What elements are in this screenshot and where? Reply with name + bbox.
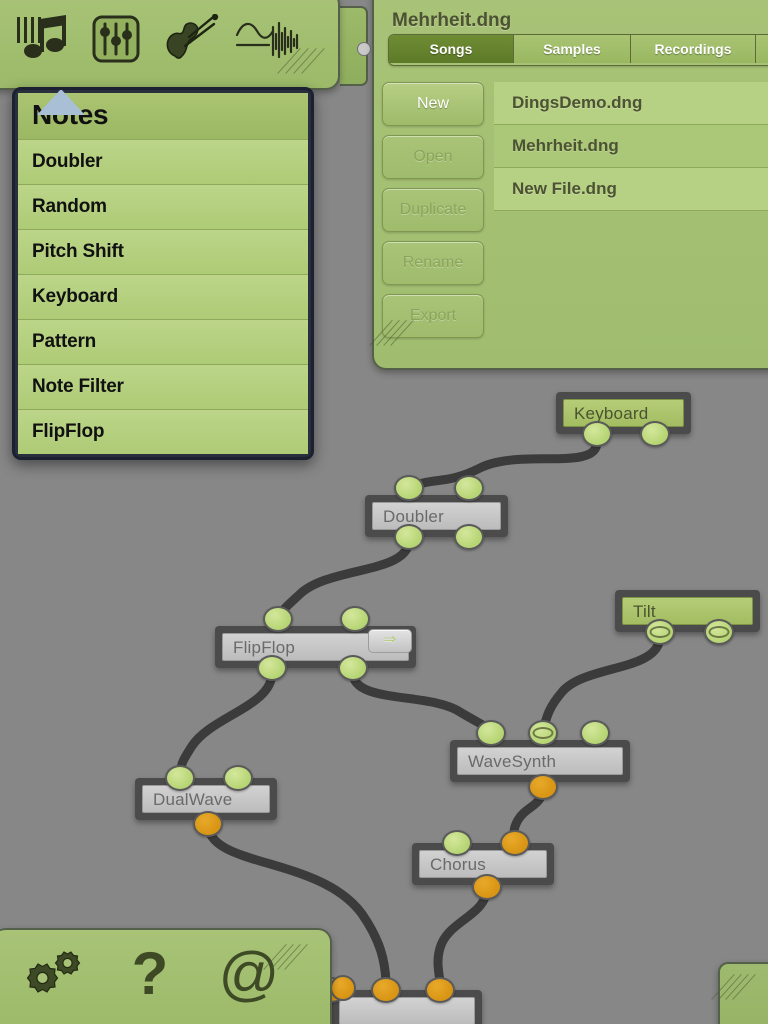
menu-item-pitch-shift[interactable]: Pitch Shift [18,229,308,274]
node-port-control[interactable] [645,619,675,645]
list-item[interactable]: Mehrheit.dng [494,125,768,168]
corner-panel[interactable] [711,962,768,1024]
node-label: WaveSynth [457,747,623,775]
list-item[interactable]: New File.dng [494,168,768,211]
node-port-in[interactable] [371,977,401,1003]
node-label [339,997,475,1024]
panel-connector-port[interactable] [330,975,356,1001]
tab-sharing[interactable]: Sharing [756,35,768,63]
waveform-icon[interactable] [232,8,304,70]
node-port-in[interactable] [263,606,293,632]
question-icon[interactable]: ? [114,940,186,1007]
node-port-in[interactable] [394,475,424,501]
notes-icon[interactable] [6,8,78,70]
node-port-out[interactable] [528,774,558,800]
node-label: DualWave [142,785,270,813]
node-port-control[interactable] [528,720,558,746]
node-port-out[interactable] [257,655,287,681]
node-port-in[interactable] [454,475,484,501]
node-port-control[interactable] [704,619,734,645]
menu-pointer-arrow [37,90,85,115]
node-port-in[interactable] [425,977,455,1003]
menu-item-doubler[interactable]: Doubler [18,139,308,184]
node-port-out[interactable] [640,421,670,447]
node-port-in[interactable] [580,720,610,746]
app-canvas: Keyboard Doubler FlipFlop ⇒ Tilt WaveSyn… [0,0,768,1024]
bottom-toolbar: ? @ [0,928,332,1024]
duplicate-button[interactable]: Duplicate [382,188,484,232]
menu-item-flipflop[interactable]: FlipFlop [18,409,308,454]
top-toolbar [0,0,340,90]
node-port-in[interactable] [442,830,472,856]
node-action-button[interactable]: ⇒ [368,629,412,653]
node-port-in[interactable] [340,606,370,632]
at-icon[interactable]: @ [210,940,288,1007]
file-list: DingsDemo.dng Mehrheit.dng New File.dng [494,82,768,211]
menu-item-keyboard[interactable]: Keyboard [18,274,308,319]
tab-recordings[interactable]: Recordings [631,35,756,63]
node-label: Tilt [622,597,753,625]
file-browser-panel: Mehrheit.dng Songs Samples Recordings Sh… [369,0,768,370]
handle-knob [357,42,371,56]
list-item[interactable]: DingsDemo.dng [494,82,768,125]
node-port-in[interactable] [223,765,253,791]
node-port-out[interactable] [193,811,223,837]
export-button[interactable]: Export [382,294,484,338]
page-title: Mehrheit.dng [392,10,512,31]
tab-songs[interactable]: Songs [389,35,514,63]
open-button[interactable]: Open [382,135,484,179]
violin-icon[interactable] [155,8,227,70]
resize-grip[interactable] [711,974,760,1004]
node-label: Keyboard [563,399,684,427]
node-port-in[interactable] [500,830,530,856]
tab-samples[interactable]: Samples [514,35,631,63]
node-port-out[interactable] [338,655,368,681]
node-port-out[interactable] [454,524,484,550]
node-port-out[interactable] [582,421,612,447]
menu-item-random[interactable]: Random [18,184,308,229]
node-port-out[interactable] [472,874,502,900]
browser-actions: New Open Duplicate Rename Export [382,82,484,347]
notes-dropdown-menu: Notes Doubler Random Pitch Shift Keyboar… [12,87,314,460]
node-label: Doubler [372,502,501,530]
node-port-in[interactable] [165,765,195,791]
node-port-out[interactable] [394,524,424,550]
menu-item-note-filter[interactable]: Note Filter [18,364,308,409]
node-port-in[interactable] [476,720,506,746]
rename-button[interactable]: Rename [382,241,484,285]
gears-icon[interactable] [12,942,90,1004]
sliders-icon[interactable] [80,8,152,70]
menu-item-pattern[interactable]: Pattern [18,319,308,364]
new-button[interactable]: New [382,82,484,126]
browser-tabs: Songs Samples Recordings Sharing [388,34,768,66]
toolbar-drag-handle[interactable] [340,6,371,86]
